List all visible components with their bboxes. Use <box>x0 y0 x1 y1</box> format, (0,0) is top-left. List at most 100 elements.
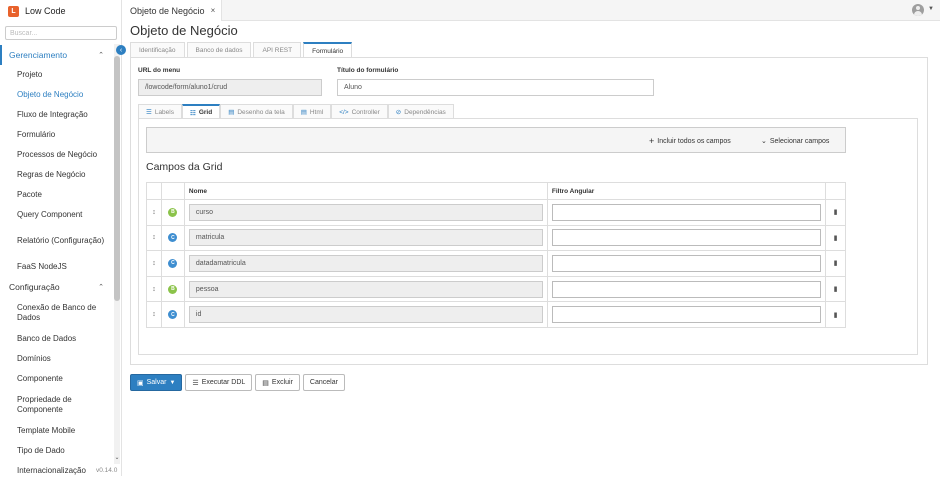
url-label: URL do menu <box>138 67 181 74</box>
sidebar-item[interactable]: Componente <box>0 369 112 389</box>
sidebar-item[interactable]: Formulário <box>0 125 112 145</box>
sidebar-item[interactable]: Domínios <box>0 349 112 369</box>
sidebar-item[interactable]: Tipo de Dado <box>0 441 112 461</box>
plus-icon: + <box>649 136 655 146</box>
filter-input[interactable] <box>551 203 822 221</box>
actions-column-header <box>825 182 846 200</box>
search-input[interactable] <box>5 26 117 40</box>
sidebar-item[interactable]: Projeto <box>0 65 112 85</box>
select-fields-button[interactable]: ⌄ Selecionar campos <box>761 128 829 154</box>
tab-item[interactable]: Banco de dados <box>186 42 252 57</box>
sidebar-item[interactable]: Fluxo de Integração <box>0 105 112 125</box>
drag-handle-icon[interactable]: ↕ <box>146 199 162 226</box>
filter-cell <box>546 250 827 277</box>
tab-item[interactable]: API REST <box>253 42 302 57</box>
filter-cell <box>546 275 827 303</box>
sidebar-group-label: Gerenciamento <box>9 50 68 60</box>
scrollbar-thumb[interactable] <box>114 56 120 301</box>
cancel-button[interactable]: Cancelar <box>302 374 345 391</box>
subtab-label: Desenho da tela <box>237 108 285 116</box>
type-badge: C <box>168 258 178 268</box>
save-button[interactable]: ▣ Salvar ▼ <box>130 374 183 391</box>
grid-header-row: Nome Filtro Angular <box>146 182 846 200</box>
field-name: id <box>188 306 543 324</box>
sidebar-item[interactable]: FaaS NodeJS <box>0 257 112 277</box>
type-column-header <box>160 182 185 200</box>
type-badge: C <box>168 233 178 243</box>
filter-input[interactable] <box>551 280 822 298</box>
filter-input[interactable] <box>551 229 822 247</box>
chevron-up-icon: ⌃ <box>98 52 104 59</box>
trash-icon[interactable]: ▮ <box>825 250 846 277</box>
subtab-item[interactable]: ☷ Grid <box>181 104 221 119</box>
trash-icon[interactable]: ▮ <box>825 275 846 303</box>
trash-icon[interactable]: ▮ <box>825 301 846 328</box>
subtab-item[interactable]: ⊘ Dependências <box>387 104 454 119</box>
sidebar-item[interactable]: Regras de Negócio <box>0 165 112 185</box>
sidebar-group-label: Configuração <box>9 282 60 292</box>
name-cell: matricula <box>183 224 548 252</box>
tab-item[interactable]: Formulário <box>303 42 353 58</box>
trash-icon: ▤ <box>262 379 269 387</box>
drag-handle-icon[interactable]: ↕ <box>146 275 162 303</box>
sidebar-scrollbar[interactable]: ⌄ <box>114 44 120 464</box>
open-tab[interactable]: Objeto de Negócio × <box>122 0 222 21</box>
type-badge: B <box>168 284 178 294</box>
save-icon: ▣ <box>137 379 144 387</box>
sidebar-item[interactable]: Propriedade de Componente <box>0 389 112 421</box>
subtab-label: Grid <box>198 109 213 116</box>
subtab-item[interactable]: ▤ Desenho da tela <box>220 104 293 119</box>
sidebar-item[interactable]: Query Component <box>0 205 112 225</box>
chevron-down-icon[interactable]: ▼ <box>928 6 934 12</box>
delete-button[interactable]: ▤ Excluir <box>255 374 300 391</box>
sidebar-group[interactable]: Configuração ⌃ <box>0 277 112 297</box>
table-row: ↕ Cmatricula ▮ <box>146 224 846 252</box>
sidebar-item[interactable]: Pacote <box>0 185 112 205</box>
field-name: datadamatricula <box>188 254 543 272</box>
code-icon: </> <box>339 108 349 116</box>
drag-handle-icon[interactable]: ↕ <box>146 224 162 252</box>
subtab-label: Dependências <box>404 108 446 116</box>
trash-icon[interactable]: ▮ <box>825 199 846 226</box>
sidebar-item[interactable]: Banco de Dados <box>0 329 112 349</box>
version-label: v0.14.0 <box>96 467 118 474</box>
scroll-down-icon[interactable]: ⌄ <box>114 454 120 461</box>
page-title: Objeto de Negócio <box>130 23 238 38</box>
title-field[interactable]: Aluno <box>337 79 654 96</box>
footer-actions: ▣ Salvar ▼ ☰ Executar DDL ▤ Excluir Canc… <box>130 374 348 391</box>
sidebar-item[interactable]: Template Mobile <box>0 421 112 441</box>
avatar[interactable] <box>912 4 924 16</box>
drag-handle-icon[interactable]: ↕ <box>146 301 162 328</box>
close-icon[interactable]: × <box>211 6 216 15</box>
filter-input[interactable] <box>551 254 822 272</box>
app-name: Low Code <box>25 6 66 16</box>
tab-item[interactable]: Identificação <box>130 42 185 57</box>
sidebar-item[interactable]: Processos de Negócio <box>0 145 112 165</box>
trash-icon[interactable]: ▮ <box>825 224 846 252</box>
drag-handle-icon[interactable]: ↕ <box>146 250 162 277</box>
sidebar-group[interactable]: Gerenciamento ⌃ <box>0 45 112 65</box>
file-icon: ▤ <box>300 109 307 116</box>
name-column-header: Nome <box>183 182 548 200</box>
filter-input[interactable] <box>551 306 822 324</box>
include-all-button[interactable]: + Incluir todos os campos <box>649 128 731 154</box>
subtab-label: Controller <box>351 108 380 116</box>
execute-ddl-button[interactable]: ☰ Executar DDL <box>185 374 253 391</box>
sidebar-item[interactable]: Objeto de Negócio <box>0 85 112 105</box>
subtab-item[interactable]: </> Controller <box>331 104 388 119</box>
include-all-label: Incluir todos os campos <box>657 137 731 145</box>
subtab-item[interactable]: ☰ Labels <box>138 104 182 119</box>
filter-cell <box>546 224 827 252</box>
chevron-up-icon: ⌃ <box>98 284 104 291</box>
field-name: curso <box>188 203 543 221</box>
drag-column-header <box>146 182 162 200</box>
subtab-item[interactable]: ▤ Html <box>292 104 332 119</box>
filter-column-header: Filtro Angular <box>546 182 827 200</box>
save-label: Salvar <box>146 379 167 386</box>
sidebar-item[interactable]: Conexão de Banco de Dados <box>0 297 112 329</box>
execute-ddl-label: Executar DDL <box>201 379 246 386</box>
filter-cell <box>546 301 827 328</box>
collapse-sidebar-icon[interactable]: ‹ <box>116 45 126 55</box>
sidebar-item[interactable]: Relatório (Configuração) <box>0 225 112 257</box>
table-row: ↕ Cdatadamatricula ▮ <box>146 250 846 277</box>
